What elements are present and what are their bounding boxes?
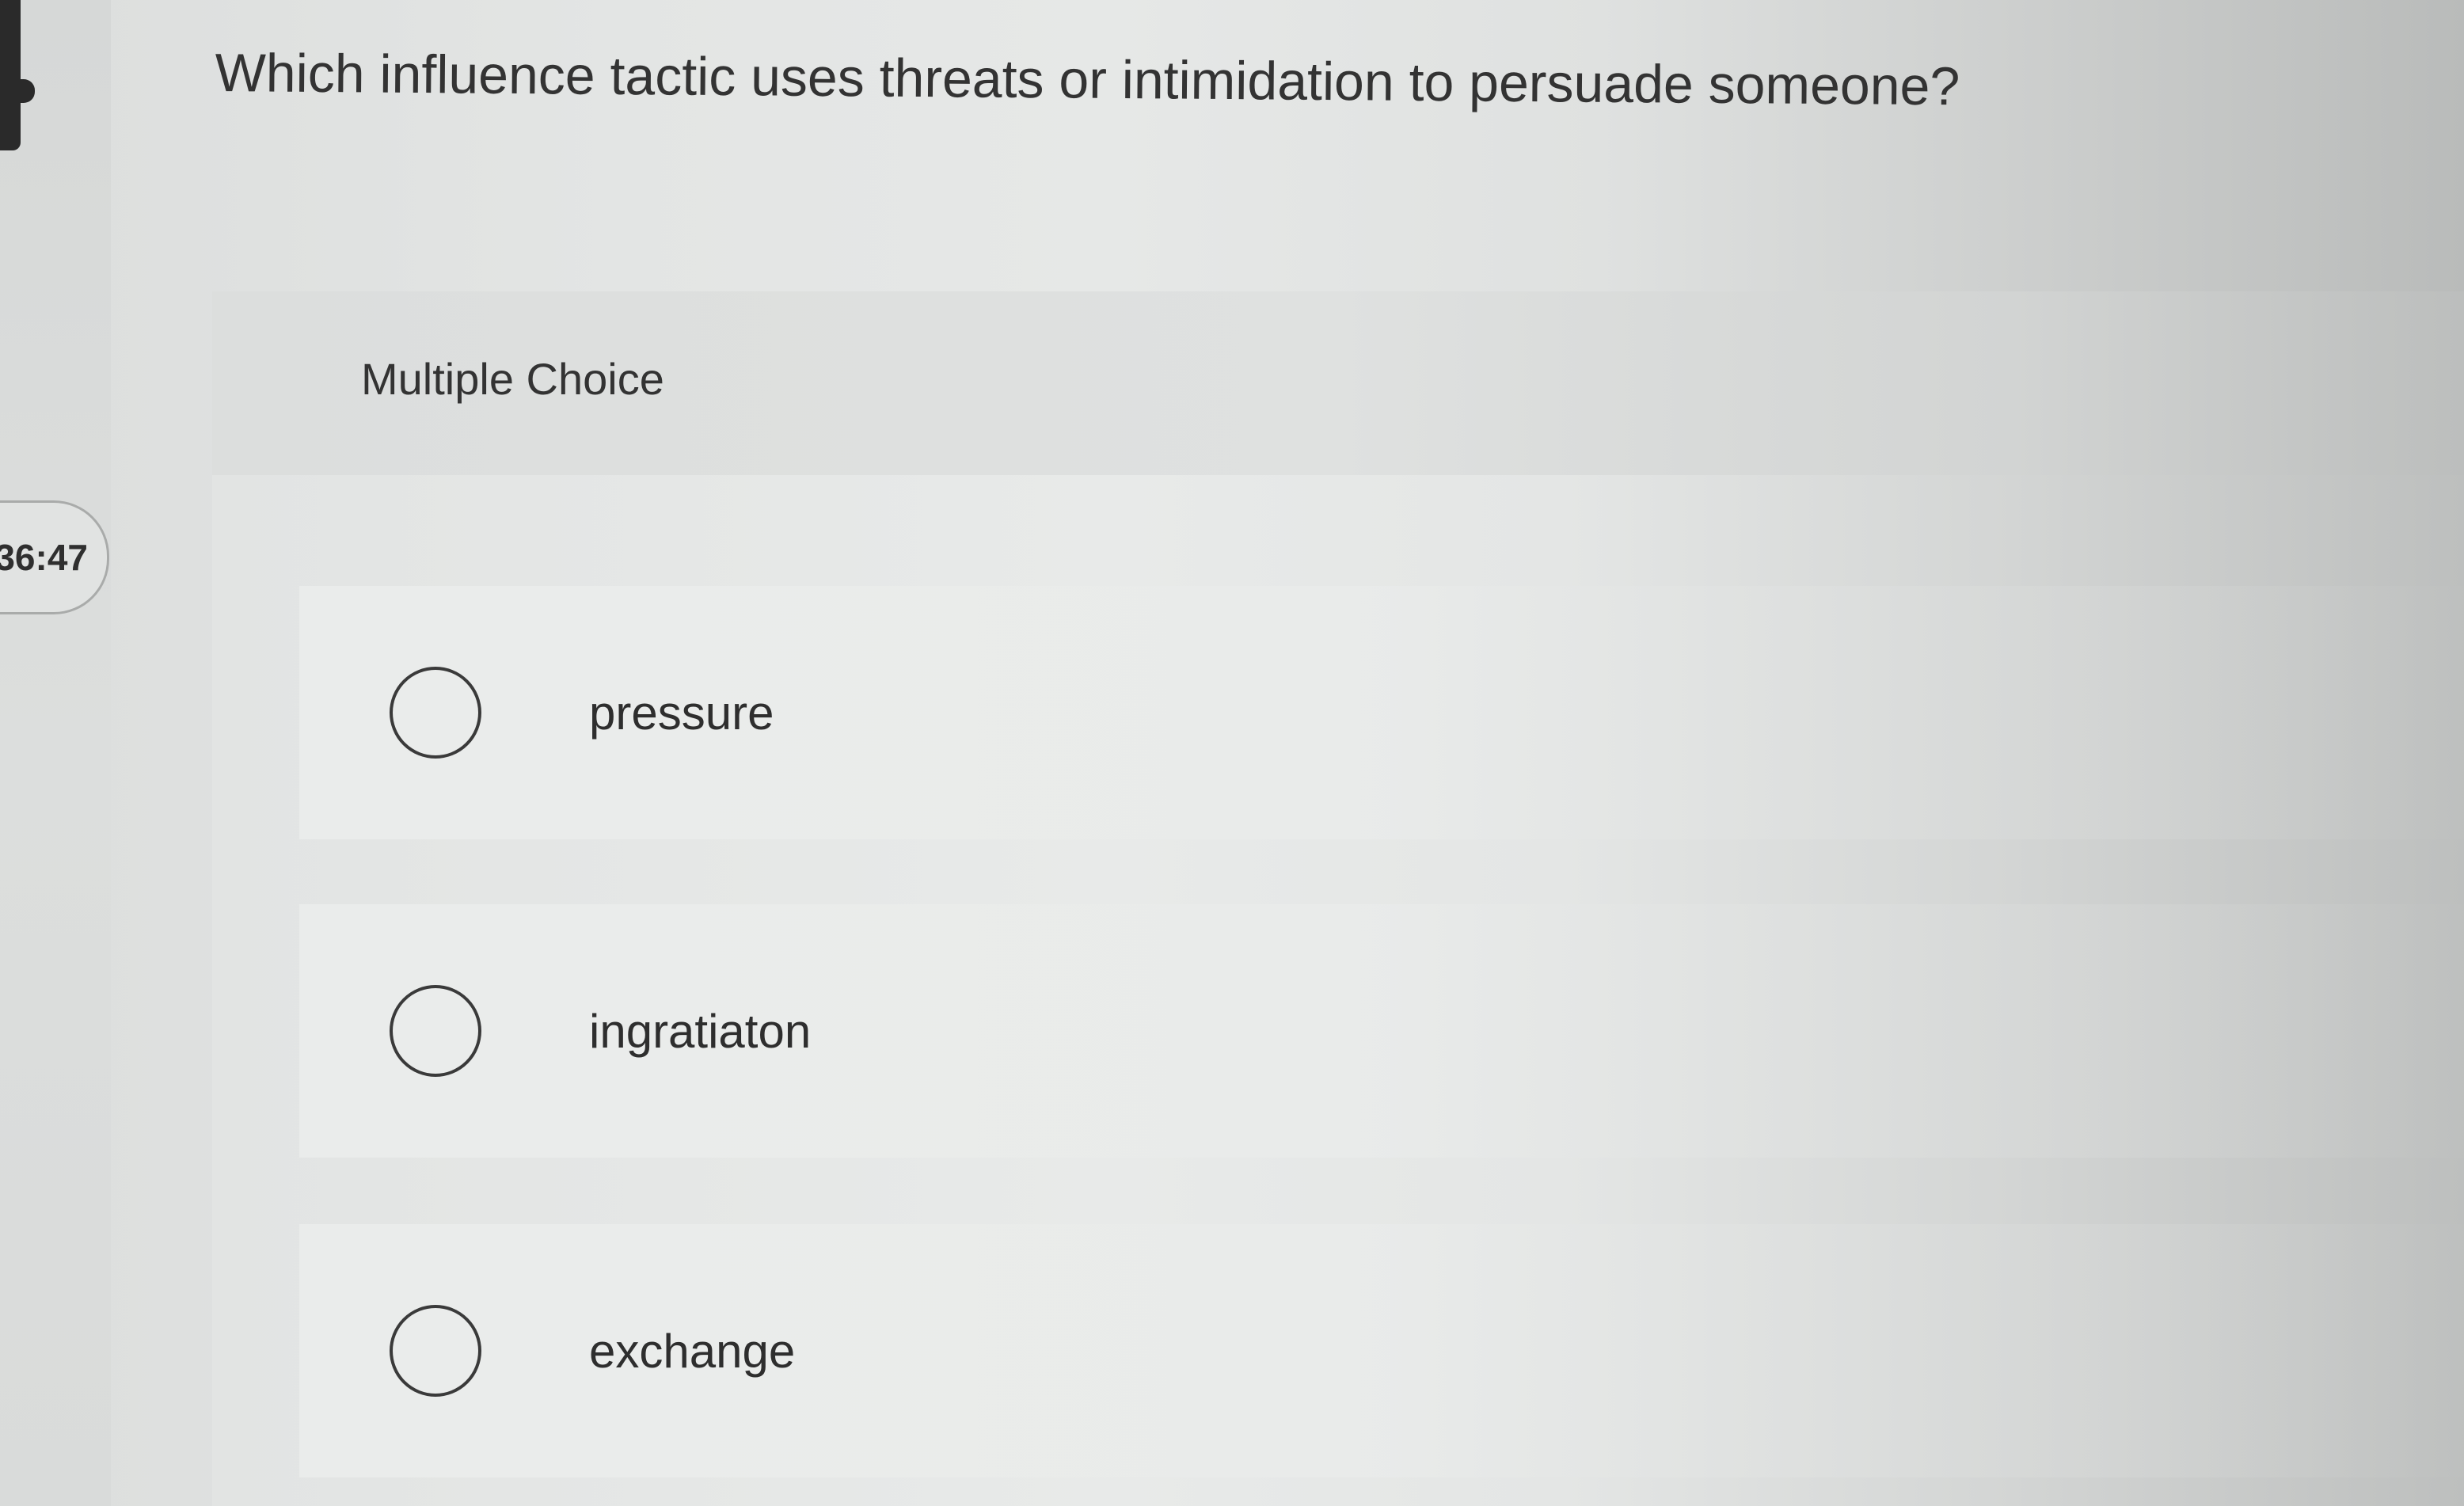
radio-button-icon[interactable] [390,667,481,759]
answer-option-label: pressure [589,686,774,740]
timer-badge: 36:47 [0,500,109,614]
left-rail: 36:47 [0,0,111,1506]
question-type-label: Multiple Choice [361,354,664,404]
question-prompt: Which influence tactic uses threats or i… [215,42,1960,117]
answer-option-ingratiaton[interactable]: ingratiaton [299,904,2464,1158]
answer-panel-header: Multiple Choice [212,291,2464,475]
radio-button-icon[interactable] [390,1305,481,1397]
timer-text: 36:47 [0,537,88,578]
answer-option-exchange[interactable]: exchange [299,1224,2464,1477]
answer-option-label: ingratiaton [589,1004,812,1058]
answer-option-pressure[interactable]: pressure [299,586,2464,839]
section-marker [0,0,35,150]
radio-button-icon[interactable] [390,985,481,1077]
answer-panel: Multiple Choice pressure ingratiaton exc… [212,291,2464,1506]
answer-option-label: exchange [589,1324,796,1378]
